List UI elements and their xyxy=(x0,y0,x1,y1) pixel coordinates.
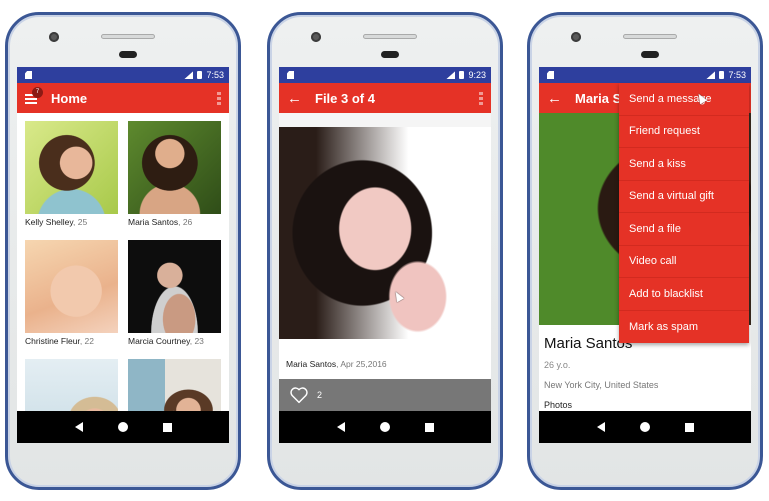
proximity-sensor xyxy=(381,51,399,58)
status-bar: 7:53 xyxy=(539,67,751,83)
photos-section-header: Photos xyxy=(544,400,573,410)
front-camera xyxy=(311,32,321,42)
system-nav-bar xyxy=(17,411,229,443)
app-bar: 7 Home xyxy=(17,83,229,113)
phone-profile: 7:53 ← Maria Santos Maria Santos 26 y.o.… xyxy=(527,12,763,490)
nav-recents-icon[interactable] xyxy=(424,422,434,432)
menu-item-friend-request[interactable]: Friend request xyxy=(619,116,749,148)
status-bar: 9:23 xyxy=(279,67,491,83)
profile-card[interactable]: Marcia Courtney, 23 xyxy=(128,240,221,359)
like-count: 2 xyxy=(317,390,323,400)
file-date: , Apr 25,2016 xyxy=(336,359,387,369)
battery-icon xyxy=(719,71,725,79)
signal-icon xyxy=(446,71,456,79)
menu-item-send-file[interactable]: Send a file xyxy=(619,213,749,246)
menu-item-video-call[interactable]: Video call xyxy=(619,246,749,278)
menu-item-send-kiss[interactable]: Send a kiss xyxy=(619,148,749,181)
profile-age: , 23 xyxy=(189,336,204,346)
screen: 7:53 7 Home Kelly Shelley, 25 Maria Sant… xyxy=(17,67,229,443)
front-camera xyxy=(49,32,59,42)
back-arrow-icon[interactable]: ← xyxy=(287,90,303,107)
menu-item-send-message[interactable]: Send a message xyxy=(619,83,749,116)
status-bar: 7:53 xyxy=(17,67,229,83)
signal-icon xyxy=(184,71,194,79)
more-vert-icon[interactable] xyxy=(479,91,483,105)
earpiece-speaker xyxy=(623,34,677,39)
nav-home-icon[interactable] xyxy=(117,422,128,432)
proximity-sensor xyxy=(641,51,659,58)
file-photo[interactable] xyxy=(279,127,464,339)
nav-recents-icon[interactable] xyxy=(162,422,172,432)
nav-back-icon[interactable] xyxy=(336,422,345,432)
front-camera xyxy=(571,32,581,42)
earpiece-speaker xyxy=(101,34,155,39)
profile-card[interactable]: Kelly Shelley, 25 xyxy=(25,121,118,240)
status-time: 7:53 xyxy=(728,70,746,80)
screen: 9:23 ← File 3 of 4 Maria Santos, Apr 25,… xyxy=(279,67,491,443)
profile-age: , 26 xyxy=(178,217,193,227)
phone-file-view: 9:23 ← File 3 of 4 Maria Santos, Apr 25,… xyxy=(267,12,503,490)
profile-name: Maria Santos xyxy=(128,217,179,227)
page-title: Home xyxy=(51,90,88,106)
profile-age: , 25 xyxy=(73,217,88,227)
proximity-sensor xyxy=(119,51,137,58)
photo-maria-santos[interactable] xyxy=(128,121,221,214)
nav-back-icon[interactable] xyxy=(74,422,83,432)
menu-item-add-to-blacklist[interactable]: Add to blacklist xyxy=(619,278,749,311)
system-nav-bar xyxy=(279,411,491,443)
photo-kelly-shelley[interactable] xyxy=(25,121,118,214)
status-time: 7:53 xyxy=(206,70,224,80)
profile-name: Christine Fleur xyxy=(25,336,80,346)
nav-home-icon[interactable] xyxy=(639,422,650,432)
like-bar: 2 xyxy=(279,379,491,411)
photo-marcia-courtney[interactable] xyxy=(128,240,221,333)
file-caption: Maria Santos, Apr 25,2016 xyxy=(286,359,387,369)
battery-icon xyxy=(197,71,203,79)
more-vert-icon[interactable] xyxy=(217,91,221,105)
menu-item-mark-as-spam[interactable]: Mark as spam xyxy=(619,311,749,344)
profile-card[interactable]: Christine Fleur, 22 xyxy=(25,240,118,359)
back-arrow-icon[interactable]: ← xyxy=(547,90,563,107)
page-title: File 3 of 4 xyxy=(315,90,375,106)
notification-badge: 7 xyxy=(32,86,43,98)
photo-top-spacer xyxy=(279,113,491,127)
sd-card-icon xyxy=(547,71,554,79)
status-time: 9:23 xyxy=(468,70,486,80)
file-owner: Maria Santos xyxy=(286,359,337,369)
heart-icon[interactable] xyxy=(289,386,309,404)
photo-christine-fleur[interactable] xyxy=(25,240,118,333)
app-bar: ← File 3 of 4 xyxy=(279,83,491,113)
nav-home-icon[interactable] xyxy=(379,422,390,432)
sd-card-icon xyxy=(25,71,32,79)
menu-icon[interactable]: 7 xyxy=(25,86,43,104)
earpiece-speaker xyxy=(363,34,417,39)
profile-grid: Kelly Shelley, 25 Maria Santos, 26 Chris… xyxy=(17,113,229,443)
screen: 7:53 ← Maria Santos Maria Santos 26 y.o.… xyxy=(539,67,751,443)
phone-home: 7:53 7 Home Kelly Shelley, 25 Maria Sant… xyxy=(5,12,241,490)
sd-card-icon xyxy=(287,71,294,79)
profile-name: Marcia Courtney xyxy=(128,336,190,346)
menu-item-send-virtual-gift[interactable]: Send a virtual gift xyxy=(619,181,749,213)
battery-icon xyxy=(459,71,465,79)
overflow-menu: Send a message Friend request Send a kis… xyxy=(619,83,749,343)
nav-back-icon[interactable] xyxy=(596,422,605,432)
profile-card[interactable]: Maria Santos, 26 xyxy=(128,121,221,240)
profile-name: Kelly Shelley xyxy=(25,217,74,227)
system-nav-bar xyxy=(539,411,751,443)
signal-icon xyxy=(706,71,716,79)
profile-age: , 22 xyxy=(79,336,94,346)
profile-location: New York City, United States xyxy=(544,380,659,390)
nav-recents-icon[interactable] xyxy=(684,422,694,432)
profile-age: 26 y.o. xyxy=(544,360,571,370)
